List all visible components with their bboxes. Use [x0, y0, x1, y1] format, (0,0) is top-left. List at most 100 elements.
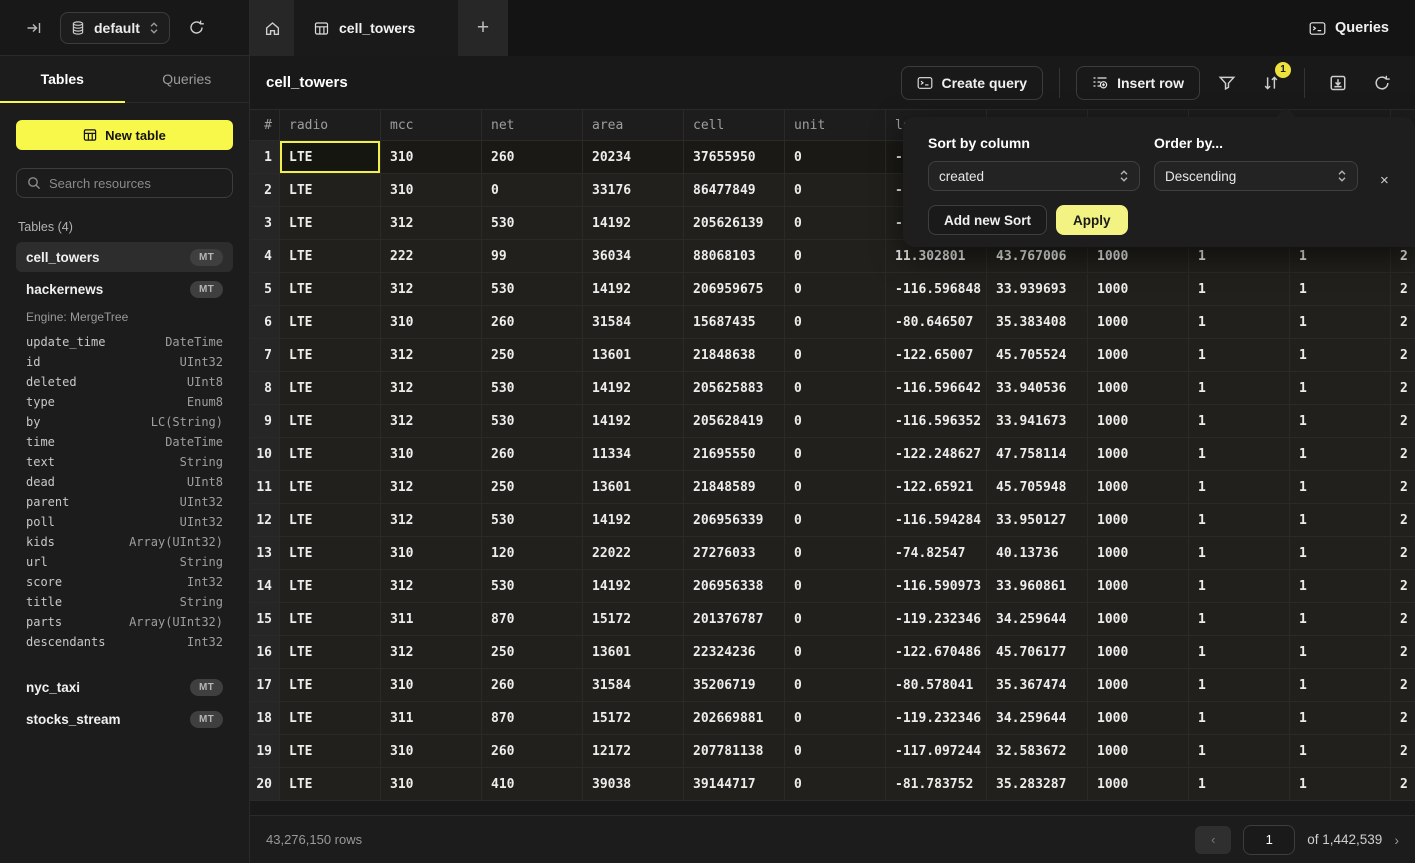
table-cell[interactable]: 0: [785, 438, 886, 471]
table-cell[interactable]: LTE: [280, 207, 381, 240]
new-tab-button[interactable]: +: [458, 0, 508, 56]
table-cell[interactable]: 312: [381, 207, 482, 240]
table-cell[interactable]: 2: [1391, 735, 1415, 768]
table-cell[interactable]: LTE: [280, 306, 381, 339]
table-cell[interactable]: 310: [381, 669, 482, 702]
table-cell[interactable]: 312: [381, 372, 482, 405]
table-cell[interactable]: 1: [1290, 372, 1391, 405]
sort-order-select[interactable]: Descending: [1154, 161, 1358, 191]
table-cell[interactable]: 2: [1391, 372, 1415, 405]
table-cell[interactable]: 1000: [1088, 504, 1189, 537]
table-cell[interactable]: 310: [381, 174, 482, 207]
table-cell[interactable]: 22324236: [684, 636, 785, 669]
table-cell[interactable]: 1: [1290, 669, 1391, 702]
table-cell[interactable]: 0: [785, 306, 886, 339]
table-cell[interactable]: 1: [1189, 306, 1290, 339]
table-cell[interactable]: 20234: [583, 141, 684, 174]
column-header-mcc[interactable]: mcc: [381, 110, 482, 141]
table-cell[interactable]: 1000: [1088, 339, 1189, 372]
table-cell[interactable]: 1000: [1088, 603, 1189, 636]
table-cell[interactable]: 0: [785, 570, 886, 603]
table-cell[interactable]: 27276033: [684, 537, 785, 570]
table-cell[interactable]: 1000: [1088, 438, 1189, 471]
table-cell[interactable]: 37655950: [684, 141, 785, 174]
column-header-unit[interactable]: unit: [785, 110, 886, 141]
table-cell[interactable]: 260: [482, 438, 583, 471]
table-cell[interactable]: 45.706177: [987, 636, 1088, 669]
table-cell[interactable]: 260: [482, 306, 583, 339]
table-cell[interactable]: 0: [785, 471, 886, 504]
table-cell[interactable]: 1: [1189, 504, 1290, 537]
table-cell[interactable]: 207781138: [684, 735, 785, 768]
table-cell[interactable]: 14192: [583, 207, 684, 240]
table-cell[interactable]: 13601: [583, 471, 684, 504]
table-cell[interactable]: 34.259644: [987, 603, 1088, 636]
table-cell[interactable]: -116.596642: [886, 372, 987, 405]
sidebar-tab-queries[interactable]: Queries: [125, 56, 250, 102]
table-cell[interactable]: 202669881: [684, 702, 785, 735]
table-cell[interactable]: -119.232346: [886, 603, 987, 636]
table-cell[interactable]: 1: [1189, 471, 1290, 504]
table-cell[interactable]: 15687435: [684, 306, 785, 339]
table-cell[interactable]: 21848638: [684, 339, 785, 372]
table-cell[interactable]: 2: [1391, 603, 1415, 636]
table-cell[interactable]: 1: [1189, 636, 1290, 669]
table-cell[interactable]: 32.583672: [987, 735, 1088, 768]
table-cell[interactable]: 0: [785, 405, 886, 438]
table-cell[interactable]: 1: [1189, 339, 1290, 372]
table-cell[interactable]: -116.596352: [886, 405, 987, 438]
sidebar-table-cell_towers[interactable]: cell_towersMT: [16, 242, 233, 272]
create-query-button[interactable]: Create query: [901, 66, 1044, 100]
table-cell[interactable]: 1: [1290, 504, 1391, 537]
table-cell[interactable]: 1: [1189, 702, 1290, 735]
table-cell[interactable]: 45.705948: [987, 471, 1088, 504]
table-cell[interactable]: 2: [1391, 702, 1415, 735]
table-cell[interactable]: 2: [1391, 570, 1415, 603]
table-cell[interactable]: 312: [381, 570, 482, 603]
table-cell[interactable]: 312: [381, 636, 482, 669]
table-cell[interactable]: 99: [482, 240, 583, 273]
table-cell[interactable]: 1: [1290, 273, 1391, 306]
table-cell[interactable]: 530: [482, 372, 583, 405]
table-cell[interactable]: 310: [381, 306, 482, 339]
table-cell[interactable]: 0: [785, 240, 886, 273]
table-cell[interactable]: 31584: [583, 669, 684, 702]
next-page-button[interactable]: ›: [1394, 832, 1399, 848]
table-cell[interactable]: LTE: [280, 537, 381, 570]
sidebar-tab-tables[interactable]: Tables: [0, 56, 125, 102]
table-cell[interactable]: 2: [1391, 669, 1415, 702]
table-cell[interactable]: -122.248627: [886, 438, 987, 471]
table-cell[interactable]: 530: [482, 405, 583, 438]
table-cell[interactable]: LTE: [280, 702, 381, 735]
table-cell[interactable]: 201376787: [684, 603, 785, 636]
table-cell[interactable]: 14192: [583, 372, 684, 405]
table-cell[interactable]: 0: [785, 504, 886, 537]
table-cell[interactable]: 222: [381, 240, 482, 273]
table-cell[interactable]: LTE: [280, 339, 381, 372]
table-cell[interactable]: 0: [785, 537, 886, 570]
table-cell[interactable]: LTE: [280, 504, 381, 537]
table-cell[interactable]: 1: [1189, 372, 1290, 405]
table-cell[interactable]: 12172: [583, 735, 684, 768]
table-cell[interactable]: 31584: [583, 306, 684, 339]
table-cell[interactable]: LTE: [280, 273, 381, 306]
table-cell[interactable]: 39144717: [684, 768, 785, 801]
tab-cell-towers[interactable]: cell_towers: [294, 0, 458, 56]
sidebar-table-hackernews[interactable]: hackernewsMT: [16, 274, 233, 304]
table-cell[interactable]: 205628419: [684, 405, 785, 438]
table-cell[interactable]: 260: [482, 669, 583, 702]
table-cell[interactable]: 1: [1290, 306, 1391, 339]
table-cell[interactable]: 14192: [583, 405, 684, 438]
table-cell[interactable]: 0: [785, 603, 886, 636]
table-cell[interactable]: 312: [381, 504, 482, 537]
table-cell[interactable]: LTE: [280, 372, 381, 405]
sidebar-table-stocks_stream[interactable]: stocks_streamMT: [16, 704, 233, 734]
table-cell[interactable]: 1000: [1088, 273, 1189, 306]
table-cell[interactable]: 36034: [583, 240, 684, 273]
table-cell[interactable]: 312: [381, 339, 482, 372]
column-header-radio[interactable]: radio: [280, 110, 381, 141]
table-cell[interactable]: 310: [381, 768, 482, 801]
table-cell[interactable]: 2: [1391, 306, 1415, 339]
table-cell[interactable]: LTE: [280, 603, 381, 636]
table-cell[interactable]: 1: [1290, 570, 1391, 603]
